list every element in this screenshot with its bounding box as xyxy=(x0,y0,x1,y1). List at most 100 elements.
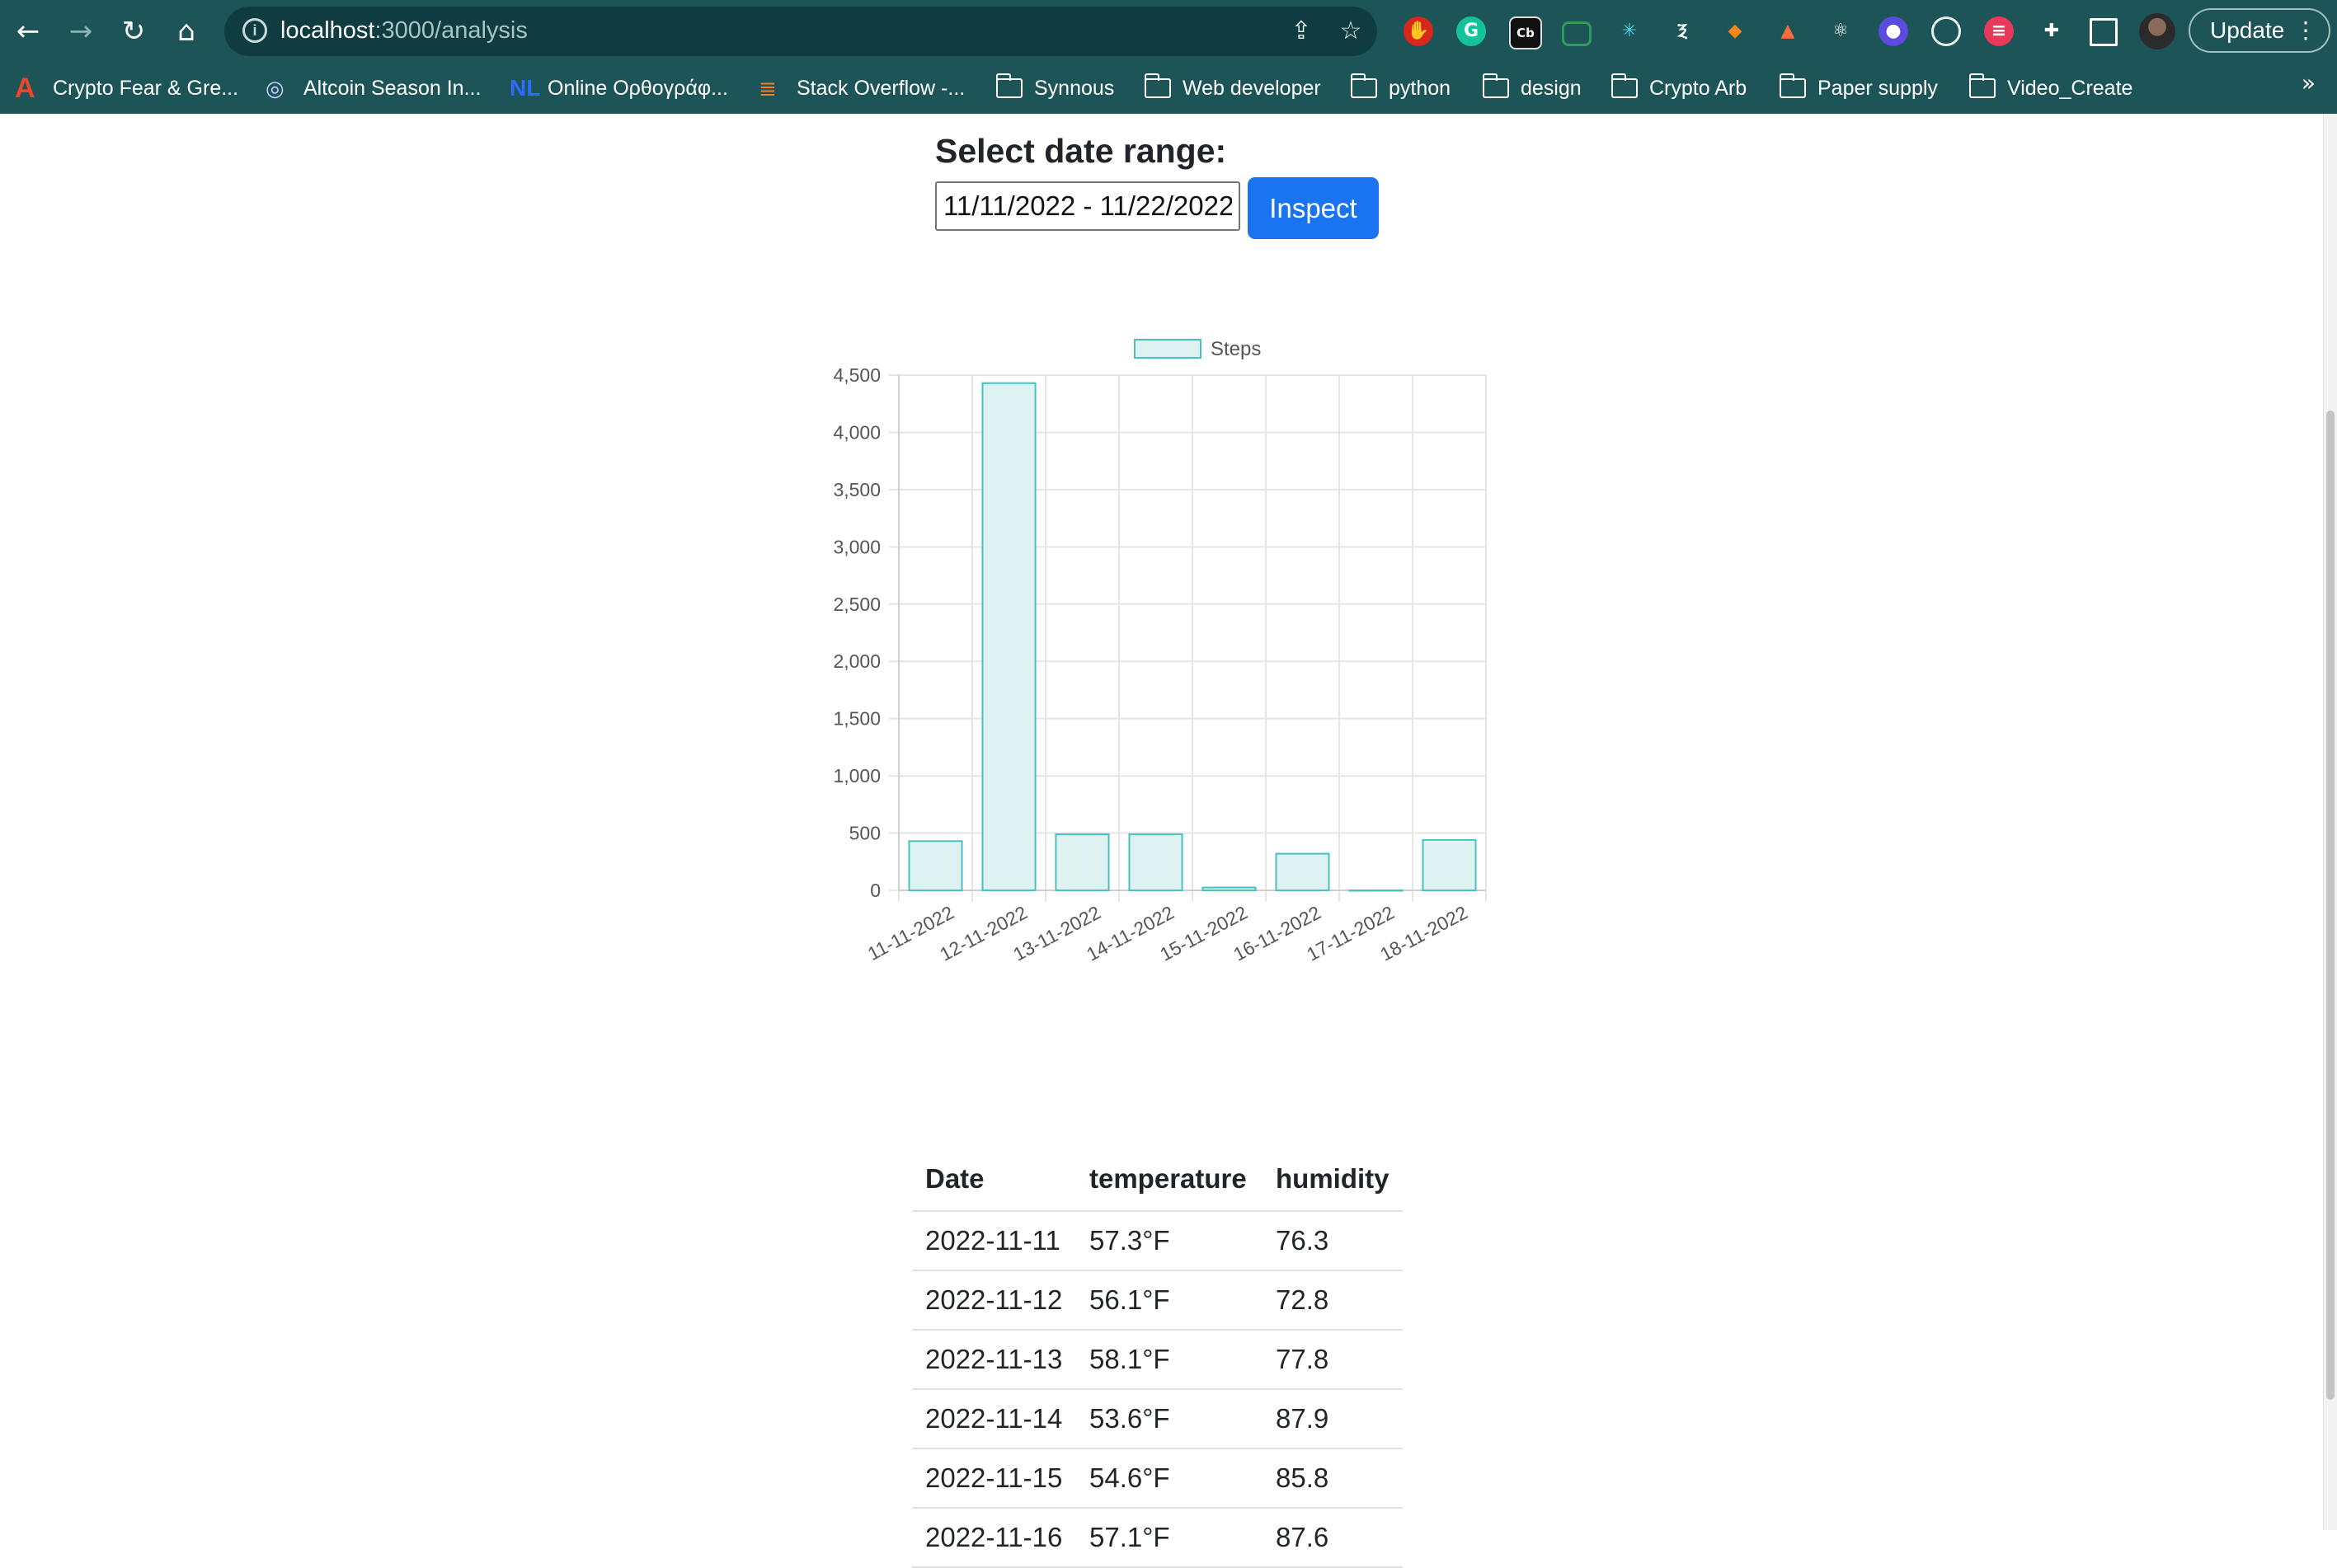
bookmark-label: design xyxy=(1521,76,1582,100)
metamask-extension-icon[interactable]: ◆ xyxy=(1720,16,1750,46)
page-scrollbar[interactable] xyxy=(2323,114,2337,1530)
translate-extension-icon[interactable]: Ⲝ xyxy=(1667,16,1697,46)
update-button[interactable]: Update ⋮ xyxy=(2189,8,2330,53)
home-icon[interactable]: ⌂ xyxy=(167,12,206,51)
bookmark-folder[interactable]: Paper supply xyxy=(1779,71,1938,106)
table-row: 2022-11-13 58.1°F 77.8 xyxy=(912,1330,1403,1390)
cell-temperature: 57.3°F xyxy=(1076,1211,1263,1271)
cell-humidity: 76.3 xyxy=(1263,1211,1403,1271)
date-range-input[interactable] xyxy=(935,181,1240,231)
folder-icon xyxy=(1968,73,1996,98)
bar xyxy=(1422,838,1477,892)
folder-icon xyxy=(995,73,1023,98)
table-header-row: Date temperature humidity xyxy=(912,1148,1403,1212)
bookmark-star-icon[interactable]: ☆ xyxy=(1334,15,1367,48)
weather-table: Date temperature humidity 2022-11-11 57.… xyxy=(912,1148,1403,1568)
y-tick-label: 4,500 xyxy=(833,364,881,386)
a-logo-icon: A xyxy=(15,73,35,104)
back-arrow-icon[interactable]: ← xyxy=(8,12,48,51)
site-info-icon[interactable]: i xyxy=(242,18,267,43)
adblock-extension-icon[interactable]: ✋ xyxy=(1404,16,1433,46)
y-tick-label: 0 xyxy=(870,880,881,901)
screen-capture-extension-icon[interactable] xyxy=(1562,21,1592,46)
bookmark-label: python xyxy=(1389,76,1451,100)
cell-date: 2022-11-15 xyxy=(912,1448,1076,1509)
browser-toolbar: ← → ↻ ⌂ i localhost:3000/analysis ⇪ ☆ ✋ … xyxy=(0,0,2337,63)
bookmark-folder[interactable]: design xyxy=(1482,71,1582,106)
address-bar[interactable]: i localhost:3000/analysis ⇪ ☆ xyxy=(224,7,1377,56)
reload-icon[interactable]: ↻ xyxy=(114,12,153,51)
network-extension-icon[interactable]: ✳ xyxy=(1615,16,1644,46)
bar xyxy=(1055,833,1110,892)
bookmark-label: Stack Overflow -... xyxy=(797,76,966,100)
profile-avatar[interactable] xyxy=(2139,13,2175,49)
url-path: :3000/analysis xyxy=(374,17,528,44)
rocket-extension-icon[interactable]: ▲ xyxy=(1773,16,1803,46)
bookmark-label: Paper supply xyxy=(1817,76,1938,100)
striped-extension-icon[interactable]: ≡ xyxy=(1984,16,2014,46)
share-icon[interactable]: ⇪ xyxy=(1285,15,1318,48)
cell-date: 2022-11-14 xyxy=(912,1389,1076,1449)
date-range-label: Select date range: xyxy=(935,132,1227,170)
bookmark-folder[interactable]: python xyxy=(1350,71,1451,106)
bookmark-item[interactable]: ◎ Altcoin Season In... xyxy=(266,71,481,106)
bot-extension-icon[interactable]: ● xyxy=(1879,16,1908,46)
header-date: Date xyxy=(912,1148,1076,1212)
cell-date: 2022-11-12 xyxy=(912,1270,1076,1331)
grammarly-extension-icon[interactable]: G xyxy=(1456,16,1486,46)
scrollbar-thumb[interactable] xyxy=(2326,411,2335,1400)
cell-temperature: 56.1°F xyxy=(1076,1270,1263,1331)
react-devtools-icon[interactable]: ⚛ xyxy=(1826,16,1855,46)
bookmarks-bar: A Crypto Fear & Gre... ◎ Altcoin Season … xyxy=(0,63,2337,114)
cell-humidity: 87.9 xyxy=(1263,1389,1403,1449)
bookmark-folder[interactable]: Video_Create xyxy=(1968,71,2133,106)
y-tick-label: 2,500 xyxy=(833,594,881,615)
bookmark-label: Web developer xyxy=(1183,76,1321,100)
cell-humidity: 72.8 xyxy=(1263,1270,1403,1331)
nl-logo-icon: NL xyxy=(510,75,541,101)
cell-temperature: 57.1°F xyxy=(1076,1508,1263,1568)
altcoin-logo-icon: ◎ xyxy=(266,76,284,101)
header-humidity: humidity xyxy=(1263,1148,1403,1212)
cell-humidity: 85.8 xyxy=(1263,1448,1403,1509)
url-text[interactable]: localhost:3000/analysis xyxy=(280,17,528,45)
folder-icon xyxy=(1611,73,1638,98)
y-tick-label: 500 xyxy=(849,823,881,844)
extensions-puzzle-icon[interactable]: ✚ xyxy=(2037,16,2067,46)
cell-temperature: 53.6°F xyxy=(1076,1389,1263,1449)
folder-icon xyxy=(1779,73,1806,98)
bookmark-folder[interactable]: Crypto Arb xyxy=(1611,71,1747,106)
cell-date: 2022-11-13 xyxy=(912,1330,1076,1390)
cell-humidity: 77.8 xyxy=(1263,1330,1403,1390)
side-panel-icon[interactable] xyxy=(2090,18,2118,46)
bookmark-label: Video_Create xyxy=(2007,76,2133,100)
y-tick-label: 3,000 xyxy=(833,536,881,557)
bar xyxy=(908,840,963,891)
menu-kebab-icon: ⋮ xyxy=(2294,17,2317,43)
cell-temperature: 54.6°F xyxy=(1076,1448,1263,1509)
bookmark-item[interactable]: NL Online Ορθογράφ... xyxy=(510,71,728,106)
table-row: 2022-11-11 57.3°F 76.3 xyxy=(912,1211,1403,1271)
table-row: 2022-11-15 54.6°F 85.8 xyxy=(912,1448,1403,1509)
bookmark-item[interactable]: A Crypto Fear & Gre... xyxy=(15,71,238,106)
cell-humidity: 87.6 xyxy=(1263,1508,1403,1568)
url-host: localhost xyxy=(280,17,375,44)
bar xyxy=(1201,886,1257,891)
legend-label: Steps xyxy=(1211,338,1261,360)
inspect-button[interactable]: Inspect xyxy=(1248,177,1379,239)
y-tick-label: 1,000 xyxy=(833,765,881,786)
bar xyxy=(981,382,1037,891)
more-bookmarks-chevron-icon[interactable]: » xyxy=(2302,69,2316,96)
cell-temperature: 58.1°F xyxy=(1076,1330,1263,1390)
bar xyxy=(1128,833,1183,892)
table-row: 2022-11-12 56.1°F 72.8 xyxy=(912,1270,1403,1331)
bookmark-item[interactable]: ≣ Stack Overflow -... xyxy=(759,71,965,106)
bookmark-label: Online Ορθογράφ... xyxy=(548,76,728,100)
folder-icon xyxy=(1482,73,1509,98)
bookmark-folder[interactable]: Web developer xyxy=(1144,71,1321,106)
bookmark-folder[interactable]: Synnous xyxy=(995,71,1114,106)
forward-arrow-icon[interactable]: → xyxy=(61,12,101,51)
target-extension-icon[interactable] xyxy=(1931,16,1961,46)
y-tick-label: 1,500 xyxy=(833,708,881,730)
cb-extension-icon[interactable]: Cb xyxy=(1509,16,1542,49)
